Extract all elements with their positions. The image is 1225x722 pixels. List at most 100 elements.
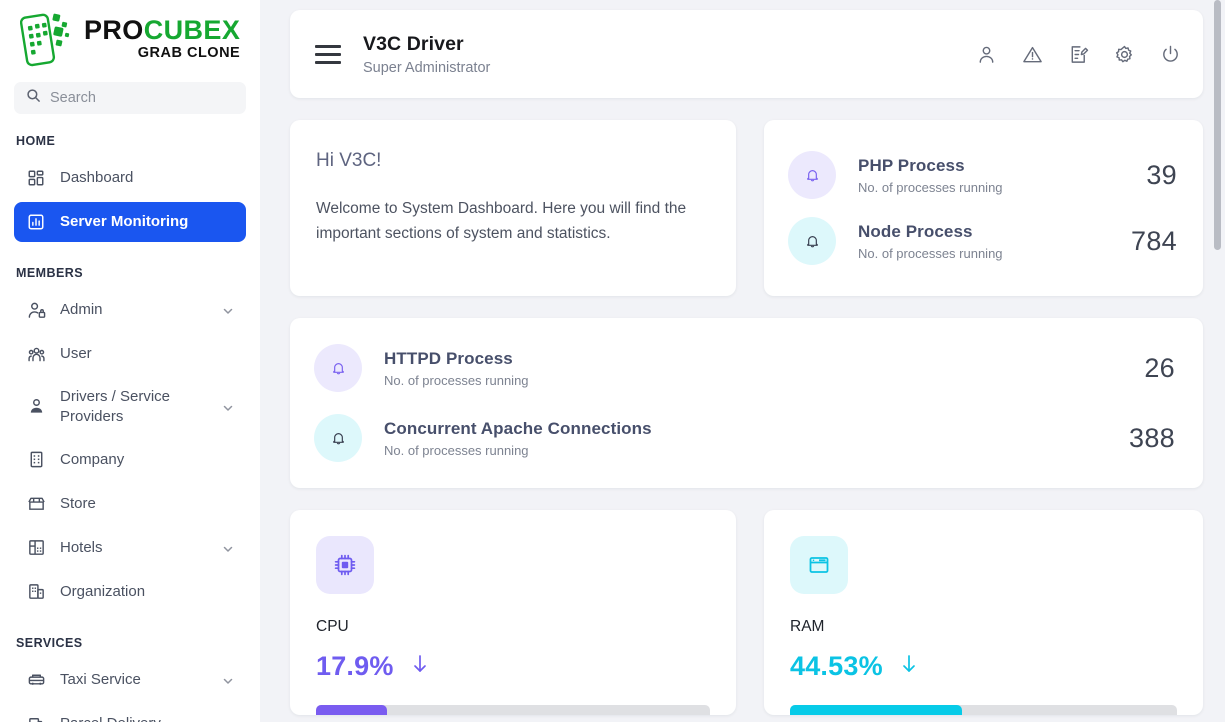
chevron-down-icon[interactable] [222, 304, 234, 316]
chart-bar-icon [26, 212, 46, 232]
welcome-greeting: Hi V3C! [316, 150, 382, 171]
organization-icon [26, 582, 46, 602]
process-subtitle: No. of processes running [384, 372, 529, 388]
bell-icon [314, 344, 362, 392]
sidebar-item-company[interactable]: Company [14, 440, 246, 480]
chevron-down-icon[interactable] [222, 674, 234, 686]
sidebar-item-label: Parcel Delivery [60, 714, 208, 722]
driver-icon [26, 397, 46, 417]
ram-percent-value: 44.53% [790, 651, 883, 681]
sidebar-item-label: Server Monitoring [60, 213, 189, 231]
sidebar-item-taxi-service[interactable]: Taxi Service [14, 660, 246, 700]
process-name: Node Process [858, 221, 973, 241]
process-subtitle: No. of processes running [858, 179, 1003, 195]
warning-triangle-icon[interactable] [1021, 43, 1043, 65]
brand-tagline: GRAB CLONE [137, 45, 241, 62]
process-name: HTTPD Process [384, 348, 513, 368]
process-row-apache: Concurrent Apache Connections No. of pro… [314, 414, 1175, 462]
sidebar-item-admin[interactable]: Admin [14, 290, 246, 330]
search-box[interactable] [14, 82, 246, 114]
process-text: Concurrent Apache Connections No. of pro… [384, 419, 1107, 458]
process-row-php: PHP Process No. of processes running 39 [788, 151, 1177, 199]
bell-icon [788, 217, 836, 265]
cpu-progress-fill [316, 705, 387, 715]
process-text: HTTPD Process No. of processes running [384, 349, 1122, 388]
note-edit-icon[interactable] [1067, 43, 1089, 65]
process-card-one: PHP Process No. of processes running 39 … [764, 120, 1203, 296]
brand-logo[interactable]: PROCUBEX GRAB CLONE [0, 0, 260, 72]
bell-icon [314, 414, 362, 462]
bell-icon [788, 151, 836, 199]
sidebar-section-members: MEMBERS [16, 266, 84, 280]
sidebar-item-label: Company [60, 450, 125, 468]
ram-value-row: 44.53% [790, 651, 1177, 682]
page-title: V3C Driver [363, 32, 464, 55]
brand-name-part2: CUBEX [143, 15, 241, 46]
memory-window-icon [790, 536, 848, 594]
dashboard-row-three: CPU 17.9% RAM 44.53% [290, 510, 1203, 715]
sidebar-section-home: HOME [16, 134, 56, 148]
sidebar-item-drivers-service-providers[interactable]: Drivers / Service Providers [14, 378, 246, 436]
process-subtitle: No. of processes running [858, 245, 1003, 261]
process-value: 39 [1146, 159, 1177, 190]
sidebar-item-label: Admin [60, 301, 103, 319]
cpu-progress-track [316, 705, 710, 715]
process-row-httpd: HTTPD Process No. of processes running 2… [314, 344, 1175, 392]
sidebar-item-user[interactable]: User [14, 334, 246, 374]
process-value: 784 [1131, 225, 1177, 256]
grid-icon [26, 168, 46, 188]
header-actions [975, 43, 1181, 65]
building-icon [26, 450, 46, 470]
main-content: V3C Driver Super Administrator Hi V3C! W… [260, 0, 1225, 722]
sidebar-item-label: Hotels [60, 538, 103, 556]
cpu-chip-icon [316, 536, 374, 594]
ram-progress-track [790, 705, 1177, 715]
ram-label: RAM [790, 618, 825, 635]
page-scrollbar[interactable] [1214, 0, 1221, 250]
arrow-down-icon [410, 653, 430, 680]
gear-icon[interactable] [1113, 43, 1135, 65]
search-icon [26, 88, 41, 108]
users-icon [26, 344, 46, 364]
sidebar-item-label: Dashboard [60, 169, 134, 187]
process-value: 26 [1144, 352, 1175, 383]
sidebar-item-organization[interactable]: Organization [14, 572, 246, 612]
parcel-icon [26, 714, 46, 722]
power-icon[interactable] [1159, 43, 1181, 65]
arrow-down-icon [899, 653, 919, 680]
process-row-node: Node Process No. of processes running 78… [788, 217, 1177, 265]
process-name: PHP Process [858, 155, 965, 175]
page-subtitle: Super Administrator [363, 59, 491, 76]
sidebar-item-dashboard[interactable]: Dashboard [14, 158, 246, 198]
user-icon[interactable] [975, 43, 997, 65]
brand-wordmark: PROCUBEX GRAB CLONE [84, 17, 240, 61]
sidebar-item-parcel-delivery[interactable]: Parcel Delivery [14, 704, 246, 722]
sidebar-item-label: Store [60, 494, 96, 512]
welcome-message: Welcome to System Dashboard. Here you wi… [316, 200, 687, 243]
sidebar-item-label: User [60, 345, 92, 363]
cpu-label: CPU [316, 618, 349, 635]
process-subtitle: No. of processes running [384, 442, 529, 458]
cpu-gauge-card: CPU 17.9% [290, 510, 736, 715]
process-text: PHP Process No. of processes running [858, 156, 1124, 195]
menu-toggle-icon[interactable] [315, 41, 341, 67]
process-name: Concurrent Apache Connections [384, 418, 652, 438]
chevron-down-icon[interactable] [222, 401, 234, 413]
user-lock-icon [26, 300, 46, 320]
ram-progress-fill [790, 705, 963, 715]
dashboard-row-one: Hi V3C! Welcome to System Dashboard. Her… [290, 120, 1203, 296]
sidebar-item-store[interactable]: Store [14, 484, 246, 524]
sidebar: PROCUBEX GRAB CLONE HOME Dashboard [0, 0, 260, 722]
brand-name-part1: PRO [84, 15, 144, 46]
cpu-percent-value: 17.9% [316, 651, 394, 681]
page-title-block: V3C Driver Super Administrator [363, 33, 490, 76]
cpu-value-row: 17.9% [316, 651, 710, 682]
chevron-down-icon[interactable] [222, 718, 234, 722]
search-input[interactable] [50, 90, 234, 106]
chevron-down-icon[interactable] [222, 542, 234, 554]
sidebar-item-label: Taxi Service [60, 670, 141, 688]
taxi-icon [26, 670, 46, 690]
sidebar-item-hotels[interactable]: Hotels [14, 528, 246, 568]
sidebar-item-server-monitoring[interactable]: Server Monitoring [14, 202, 246, 242]
ram-gauge-card: RAM 44.53% [764, 510, 1203, 715]
